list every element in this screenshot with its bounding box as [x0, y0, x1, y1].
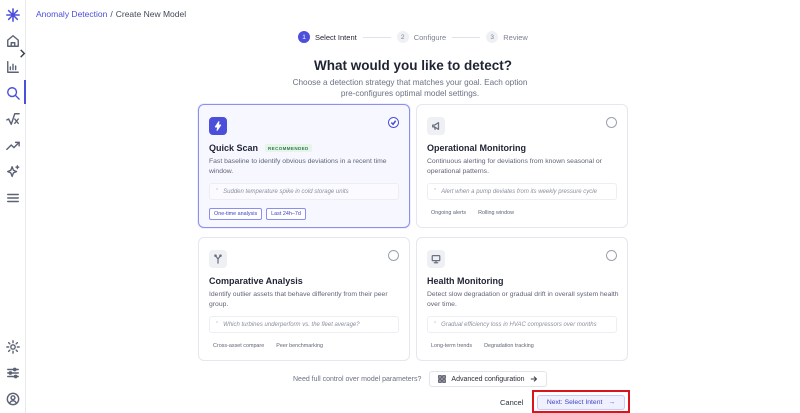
formula-icon[interactable]: [4, 110, 22, 128]
analytics-chart-icon[interactable]: [4, 58, 22, 76]
step-connector: [452, 36, 481, 38]
advanced-configuration-label: Advanced configuration: [451, 375, 525, 383]
card-description: Fast baseline to identify obvious deviat…: [209, 158, 387, 175]
tag: Ongoing alerts: [431, 210, 467, 216]
tag: Cross-asset compare: [213, 343, 265, 349]
step-number: 3: [486, 31, 499, 43]
radio-button[interactable]: [388, 250, 399, 261]
quote-icon: ”: [434, 321, 437, 328]
branch-icon: [209, 250, 227, 268]
card-tags: Long-term trends Degradation tracking: [427, 341, 538, 351]
menu-icon[interactable]: [4, 189, 22, 207]
grid-icon: [438, 375, 447, 383]
lightning-icon: [209, 117, 227, 135]
tag: Rolling window: [478, 210, 515, 216]
user-avatar-icon[interactable]: [4, 390, 22, 408]
megaphone-icon: [427, 117, 445, 135]
card-example-text: Which turbines underperform vs. the flee…: [223, 321, 360, 328]
step-select-intent: 1 Select Intent: [298, 31, 357, 43]
breadcrumb-current: Create New Model: [115, 9, 187, 19]
monitor-icon: [427, 250, 445, 268]
page-title: What would you like to detect?: [313, 58, 512, 73]
step-number: 2: [396, 31, 409, 43]
step-number: 1: [298, 31, 310, 43]
breadcrumb-link-anomaly-detection[interactable]: Anomaly Detection: [36, 9, 107, 19]
recommended-badge: RECOMMENDED: [265, 144, 312, 152]
tag: One-time analysis: [209, 208, 263, 220]
tag: Degradation tracking: [484, 343, 534, 349]
step-label: Select Intent: [315, 32, 357, 42]
step-configure: 2 Configure: [396, 31, 447, 43]
card-example-text: Sudden temperature spike in cold storage…: [223, 188, 349, 195]
trend-icon[interactable]: [4, 136, 22, 154]
breadcrumb-separator: /: [110, 9, 113, 19]
card-title-text: Comparative Analysis: [209, 276, 303, 286]
sidebar: [0, 0, 26, 413]
radio-button[interactable]: [606, 250, 617, 261]
step-connector: [362, 36, 391, 38]
advanced-config-prompt: Need full control over model parameters?: [293, 375, 422, 383]
card-description: Continuous alerting for deviations from …: [427, 158, 602, 175]
app-logo-icon[interactable]: [4, 6, 22, 24]
page-subtitle: Choose a detection strategy that matches…: [292, 78, 528, 98]
tag: Peer benchmarking: [276, 343, 323, 349]
card-example: ” Sudden temperature spike in cold stora…: [209, 183, 399, 200]
arrow-right-icon: →: [608, 399, 616, 406]
cancel-button[interactable]: Cancel: [500, 398, 523, 407]
tag: Long-term trends: [431, 343, 473, 349]
intent-card-operational-monitoring[interactable]: Operational Monitoring Continuous alerti…: [416, 104, 628, 228]
card-title: Health Monitoring: [427, 276, 504, 286]
card-tags: One-time analysis Last 24h–7d: [209, 208, 306, 220]
card-description: Identify outlier assets that behave diff…: [209, 291, 388, 308]
sparkle-icon[interactable]: [4, 163, 22, 181]
step-label: Review: [503, 32, 528, 42]
quote-icon: ”: [216, 188, 219, 195]
card-title-text: Quick Scan: [209, 143, 259, 153]
stepper: 1 Select Intent 2 Configure 3 Review: [298, 31, 528, 43]
card-title: Comparative Analysis: [209, 276, 303, 286]
card-title: Operational Monitoring: [427, 143, 526, 153]
quote-icon: ”: [216, 321, 219, 328]
card-title-text: Operational Monitoring: [427, 143, 526, 153]
card-example-text: Gradual efficiency loss in HVAC compress…: [441, 321, 597, 328]
next-button-label: Next: Select Intent: [546, 399, 603, 406]
radio-button[interactable]: [606, 117, 617, 128]
card-example: ” Which turbines underperform vs. the fl…: [209, 316, 399, 333]
sidebar-active-indicator: [24, 80, 26, 104]
card-title-text: Health Monitoring: [427, 276, 504, 286]
intent-card-comparative-analysis[interactable]: Comparative Analysis Identify outlier as…: [198, 237, 410, 361]
quote-icon: ”: [434, 188, 437, 195]
card-example: ” Alert when a pump deviates from its we…: [427, 183, 617, 200]
sliders-icon[interactable]: [4, 364, 22, 382]
settings-gear-icon[interactable]: [4, 338, 22, 356]
search-anomaly-icon[interactable]: [4, 84, 22, 102]
intent-card-quick-scan[interactable]: Quick Scan RECOMMENDED Fast baseline to …: [198, 104, 410, 228]
card-tags: Cross-asset compare Peer benchmarking: [209, 341, 327, 351]
advanced-configuration-button[interactable]: Advanced configuration: [429, 371, 547, 387]
card-example-text: Alert when a pump deviates from its week…: [441, 188, 597, 195]
advanced-config-row: Need full control over model parameters?…: [293, 371, 547, 387]
card-title: Quick Scan RECOMMENDED: [209, 143, 312, 153]
step-label: Configure: [413, 32, 447, 42]
breadcrumb: Anomaly Detection / Create New Model: [36, 9, 186, 19]
card-description: Detect slow degradation or gradual drift…: [427, 291, 619, 308]
card-example: ” Gradual efficiency loss in HVAC compre…: [427, 316, 617, 333]
tag: Last 24h–7d: [266, 208, 306, 220]
arrow-right-icon: [530, 376, 537, 382]
step-review: 3 Review: [486, 31, 528, 43]
intent-card-health-monitoring[interactable]: Health Monitoring Detect slow degradatio…: [416, 237, 628, 361]
next-select-intent-button[interactable]: Next: Select Intent →: [537, 395, 625, 410]
card-tags: Ongoing alerts Rolling window: [427, 208, 518, 218]
radio-selected-check-icon[interactable]: [388, 117, 399, 128]
